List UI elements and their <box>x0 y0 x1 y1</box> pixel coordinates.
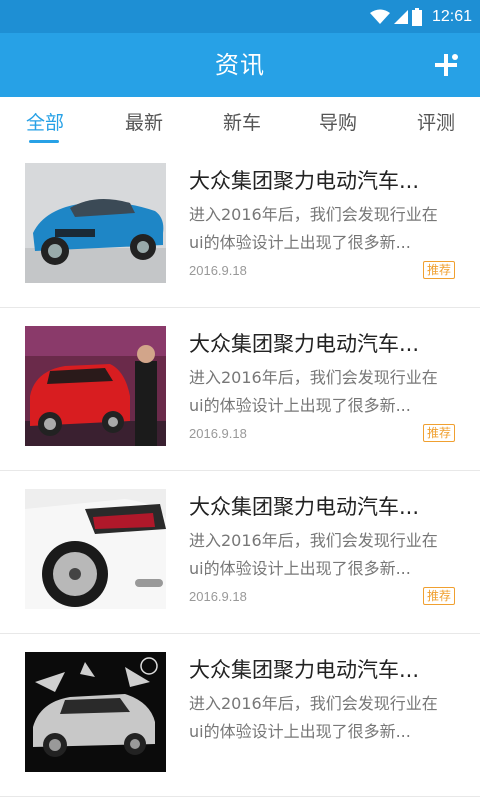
page-title: 资讯 <box>215 51 265 79</box>
news-title: 大众集团聚力电动汽车... <box>189 332 420 356</box>
add-button[interactable] <box>432 51 460 79</box>
news-summary: 进入2016年后，我们会发现行业在 ui的体验设计上出现了很多新... <box>189 205 438 252</box>
category-tabs: 全部 最新 新车 导购 评测 <box>0 97 480 146</box>
list-item[interactable]: 大众集团聚力电动汽车... 进入2016年后，我们会发现行业在 ui的体验设计上… <box>0 634 480 797</box>
news-summary: 进入2016年后，我们会发现行业在 ui的体验设计上出现了很多新... <box>189 368 438 415</box>
status-icons: 12:61 <box>369 0 472 33</box>
news-date: 2016.9.18 <box>189 426 247 441</box>
list-item[interactable]: 大众集团聚力电动汽车... 进入2016年后，我们会发现行业在 ui的体验设计上… <box>0 308 480 471</box>
news-thumbnail <box>25 163 166 283</box>
recommend-badge: 推荐 <box>422 261 455 279</box>
tab-buying-guide[interactable]: 导购 <box>293 97 383 145</box>
tab-all[interactable]: 全部 <box>0 97 90 145</box>
status-time: 12:61 <box>431 7 472 25</box>
news-title: 大众集团聚力电动汽车... <box>189 495 420 519</box>
news-date: 2016.9.18 <box>189 263 247 278</box>
news-summary: 进入2016年后，我们会发现行业在 ui的体验设计上出现了很多新... <box>189 694 438 741</box>
news-date: 2016.9.18 <box>189 589 247 604</box>
news-summary: 进入2016年后，我们会发现行业在 ui的体验设计上出现了很多新... <box>189 531 438 578</box>
tab-new-cars[interactable]: 新车 <box>197 97 287 145</box>
tab-latest[interactable]: 最新 <box>99 97 189 145</box>
news-title: 大众集团聚力电动汽车... <box>189 658 420 682</box>
news-list: 大众集团聚力电动汽车... 进入2016年后，我们会发现行业在 ui的体验设计上… <box>0 145 480 797</box>
recommend-badge: 推荐 <box>422 424 455 442</box>
status-bar: 12:61 <box>0 0 480 33</box>
signal-icon <box>393 9 408 24</box>
battery-icon <box>411 7 422 26</box>
app-bar: 资讯 <box>0 33 480 97</box>
recommend-badge: 推荐 <box>422 587 455 605</box>
wifi-icon <box>369 9 390 24</box>
news-thumbnail <box>25 652 166 772</box>
active-tab-indicator <box>29 140 59 143</box>
tab-reviews[interactable]: 评测 <box>391 97 480 145</box>
list-item[interactable]: 大众集团聚力电动汽车... 进入2016年后，我们会发现行业在 ui的体验设计上… <box>0 471 480 634</box>
list-item[interactable]: 大众集团聚力电动汽车... 进入2016年后，我们会发现行业在 ui的体验设计上… <box>0 145 480 308</box>
news-thumbnail <box>25 489 166 609</box>
news-title: 大众集团聚力电动汽车... <box>189 169 420 193</box>
news-thumbnail <box>25 326 166 446</box>
